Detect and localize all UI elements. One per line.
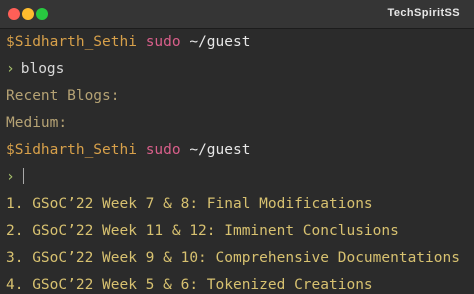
command-text: blogs	[20, 61, 65, 77]
terminal-body[interactable]: $Sidharth_Sethi sudo ~/guest › blogs Rece…	[0, 29, 474, 294]
list-item[interactable]: 3. GSoC’22 Week 9 & 10: Comprehensive Do…	[6, 245, 460, 272]
command-line-2[interactable]: ›	[6, 164, 24, 191]
prompt-command: sudo	[145, 34, 181, 50]
window-title: TechSpiritSS	[387, 7, 460, 19]
prompt-line-2: $Sidharth_Sethi sudo ~/guest	[6, 137, 250, 164]
list-item[interactable]: 1. GSoC’22 Week 7 & 8: Final Modificatio…	[6, 191, 373, 218]
prompt-user: $Sidharth_Sethi	[6, 142, 137, 158]
prompt-path: ~/guest	[189, 142, 251, 158]
minimize-button[interactable]	[22, 8, 34, 20]
terminal-window: TechSpiritSS $Sidharth_Sethi sudo ~/gues…	[0, 0, 474, 294]
maximize-button[interactable]	[36, 8, 48, 20]
list-item[interactable]: 2. GSoC’22 Week 11 & 12: Imminent Conclu…	[6, 218, 399, 245]
title-bar: TechSpiritSS	[0, 0, 474, 29]
chevron-icon: ›	[6, 169, 15, 185]
close-button[interactable]	[8, 8, 20, 20]
text-cursor	[22, 168, 24, 184]
prompt-line-1: $Sidharth_Sethi sudo ~/guest	[6, 29, 250, 56]
prompt-command: sudo	[145, 142, 181, 158]
output-line-recent: Recent Blogs:	[6, 88, 120, 104]
command-line-1: › blogs	[6, 56, 64, 83]
prompt-user: $Sidharth_Sethi	[6, 34, 137, 50]
prompt-path: ~/guest	[189, 34, 251, 50]
list-item[interactable]: 4. GSoC’22 Week 5 & 6: Tokenized Creatio…	[6, 272, 373, 294]
output-line-medium: Medium:	[6, 115, 68, 131]
chevron-icon: ›	[6, 61, 15, 77]
